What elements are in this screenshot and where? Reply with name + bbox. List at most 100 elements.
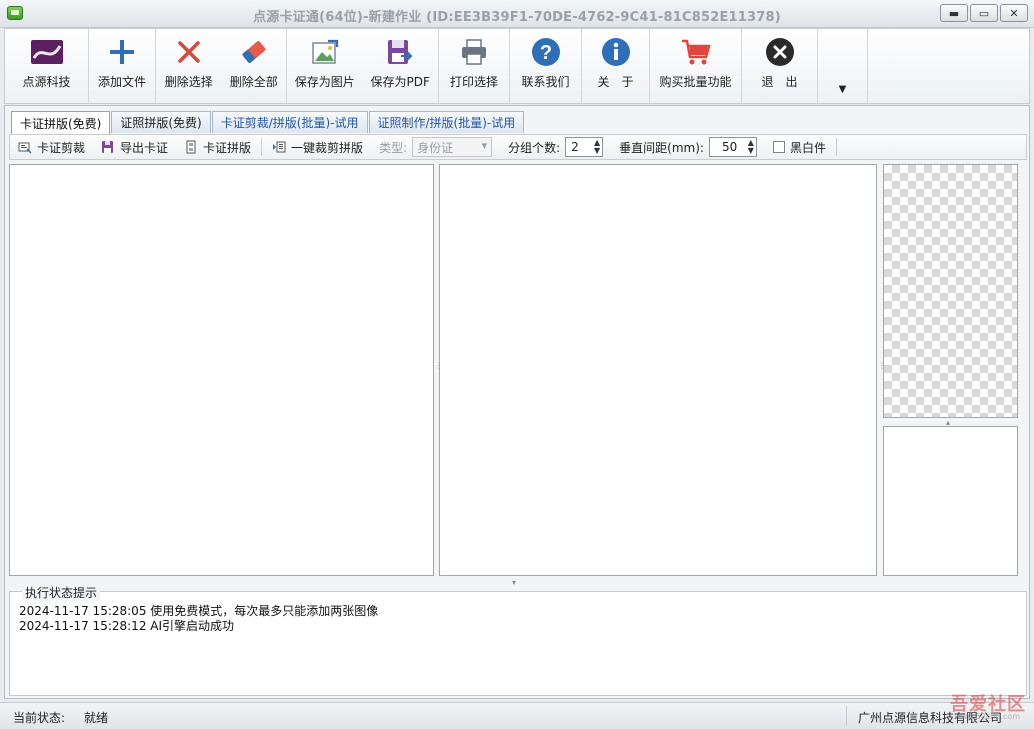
one-click-crop-layout-button[interactable]: 一键裁剪拼版: [264, 135, 371, 159]
chevron-down-icon: ▼: [838, 84, 847, 95]
export-card-label: 导出卡证: [120, 140, 169, 155]
buy-batch-label: 购买批量功能: [659, 75, 732, 89]
about-label: 关 于: [597, 75, 634, 89]
status-separator: [846, 706, 847, 726]
save-image-label: 保存为图片: [294, 75, 355, 89]
toolbar-overflow-button[interactable]: ▼: [818, 29, 868, 103]
delete-selected-button[interactable]: 删除选择: [156, 29, 222, 103]
delete-all-button[interactable]: 删除全部: [222, 29, 287, 103]
black-white-checkbox[interactable]: 黑白件: [765, 135, 834, 159]
type-field: 类型: 身份证: [371, 135, 500, 159]
status-value: 就绪: [84, 711, 109, 725]
toolbar-group-about: 关 于: [582, 29, 650, 103]
about-button[interactable]: 关 于: [582, 29, 649, 103]
printer-icon: [457, 35, 491, 69]
status-bar: 当前状态: 就绪 广州点源信息科技有限公司: [0, 702, 1034, 729]
save-image-button[interactable]: 保存为图片: [287, 29, 363, 103]
window-controls: ▬ ▭ ✕: [940, 4, 1028, 22]
status-log-box: 执行状态提示 2024-11-17 15:28:05 使用免费模式，每次最多只能…: [9, 584, 1027, 696]
group-count-field: 分组个数: 2 ▲ ▼: [500, 135, 611, 159]
log-line: 2024-11-17 15:28:05 使用免费模式，每次最多只能添加两张图像: [19, 604, 379, 618]
horizontal-splitter-handle[interactable]: ▾: [512, 578, 516, 587]
toolbar-group-delete: 删除选择 删除全部: [156, 29, 287, 103]
transparent-preview-canvas[interactable]: [883, 164, 1018, 418]
brand-label: 点源科技: [22, 75, 71, 89]
title-bar: 点源卡证通(64位)-新建作业 (ID:EE3B39F1-70DE-4762-9…: [0, 0, 1034, 28]
export-icon: [102, 141, 114, 153]
tab-card-layout-free[interactable]: 卡证拼版(免费): [11, 111, 111, 134]
close-button[interactable]: ✕: [1000, 4, 1028, 22]
batch-icon: [273, 141, 286, 153]
buy-batch-button[interactable]: 购买批量功能: [650, 29, 741, 103]
main-panel: 卡证拼版(免费) 证照拼版(免费) 卡证剪裁/拼版(批量)-试用 证照制作/拼版…: [4, 105, 1030, 699]
window-title: 点源卡证通(64位)-新建作业 (ID:EE3B39F1-70DE-4762-9…: [253, 10, 781, 25]
exit-label: 退 出: [761, 75, 798, 89]
tab-photo-batch-trial[interactable]: 证照制作/拼版(批量)-试用: [368, 111, 525, 133]
info-icon: [599, 35, 633, 69]
cart-icon: [679, 35, 713, 69]
vertical-spacing-label: 垂直间距(mm):: [619, 140, 704, 155]
vertical-spacing-stepper[interactable]: 50 ▲ ▼: [708, 137, 757, 157]
print-selected-button[interactable]: 打印选择: [439, 29, 509, 103]
type-label: 类型:: [379, 140, 408, 155]
delete-x-icon: [172, 35, 206, 69]
card-crop-button[interactable]: 卡证剪裁: [10, 135, 93, 159]
exit-x-icon: [763, 35, 797, 69]
minimize-button[interactable]: ▬: [940, 4, 968, 22]
toolbar-group-add: 添加文件: [89, 29, 156, 103]
contact-us-label: 联系我们: [521, 75, 570, 89]
status-label: 当前状态:: [13, 711, 66, 725]
save-pdf-label: 保存为PDF: [370, 75, 430, 89]
print-selected-label: 打印选择: [449, 75, 498, 89]
toolbar-group-brand: 点源科技: [5, 29, 89, 103]
tab-card-batch-trial[interactable]: 卡证剪裁/拼版(批量)-试用: [211, 111, 368, 133]
delete-all-label: 删除全部: [229, 75, 278, 89]
layout-icon: [186, 140, 196, 154]
card-layout-label: 卡证拼版: [203, 140, 252, 155]
card-layout-button[interactable]: 卡证拼版: [176, 135, 259, 159]
stepper-arrows-icon[interactable]: ▲ ▼: [594, 139, 600, 155]
toolbar-group-buy: 购买批量功能: [650, 29, 742, 103]
delete-selected-label: 删除选择: [164, 75, 213, 89]
exit-button[interactable]: 退 出: [742, 29, 817, 103]
tab-photo-layout-free[interactable]: 证照拼版(免费): [111, 111, 211, 133]
crop-icon: [18, 142, 32, 154]
function-toolbar: 卡证剪裁 导出卡证 卡证拼版 一键裁剪拼版 类型: 身份证 分组个数: 2 ▲▼…: [9, 134, 1027, 160]
card-crop-label: 卡证剪裁: [37, 140, 86, 155]
add-file-button[interactable]: 添加文件: [89, 29, 155, 103]
company-name: 广州点源信息科技有限公司: [858, 711, 1003, 725]
type-value: 身份证: [417, 140, 454, 155]
restore-button[interactable]: ▭: [970, 4, 998, 22]
main-toolbar: 点源科技 添加文件 删除选择 删除全部 保存为图片 保存为PDF 打印选择 ? …: [4, 28, 1030, 104]
save-pdf-button[interactable]: 保存为PDF: [363, 29, 439, 103]
status-log-lines: 2024-11-17 15:28:05 使用免费模式，每次最多只能添加两张图像 …: [19, 604, 378, 634]
black-white-label: 黑白件: [789, 140, 826, 155]
checkbox-box[interactable]: [772, 141, 785, 153]
brand-button[interactable]: 点源科技: [5, 29, 88, 103]
one-click-label: 一键裁剪拼版: [291, 140, 364, 155]
toolbar-group-save: 保存为图片 保存为PDF: [287, 29, 439, 103]
type-dropdown[interactable]: 身份证: [412, 137, 493, 157]
vertical-spacing-field: 垂直间距(mm): 50 ▲ ▼: [611, 135, 765, 159]
question-icon: ?: [529, 35, 563, 69]
separator: [261, 138, 263, 156]
plus-icon: [105, 35, 139, 69]
toolbar-group-contact: ? 联系我们: [510, 29, 582, 103]
export-card-button[interactable]: 导出卡证: [93, 135, 176, 159]
toolbar-group-exit: 退 出: [742, 29, 818, 103]
stepper-arrows-icon[interactable]: ▲ ▼: [748, 139, 754, 155]
eraser-icon: [237, 35, 271, 69]
layout-preview-panel[interactable]: [439, 164, 877, 576]
save-pdf-icon: [383, 35, 417, 69]
brand-logo-icon: [30, 35, 64, 69]
source-image-panel[interactable]: [9, 164, 434, 576]
tab-bar: 卡证拼版(免费) 证照拼版(免费) 卡证剪裁/拼版(批量)-试用 证照制作/拼版…: [11, 111, 525, 134]
contact-us-button[interactable]: ? 联系我们: [510, 29, 581, 103]
vertical-spacing-value: 50: [721, 140, 738, 154]
separator: [835, 138, 837, 156]
toolbar-group-print: 打印选择: [439, 29, 510, 103]
group-count-stepper[interactable]: 2 ▲ ▼: [565, 137, 604, 157]
thumbnail-panel[interactable]: [883, 426, 1018, 576]
group-count-label: 分组个数:: [508, 140, 561, 155]
add-file-label: 添加文件: [97, 75, 146, 89]
